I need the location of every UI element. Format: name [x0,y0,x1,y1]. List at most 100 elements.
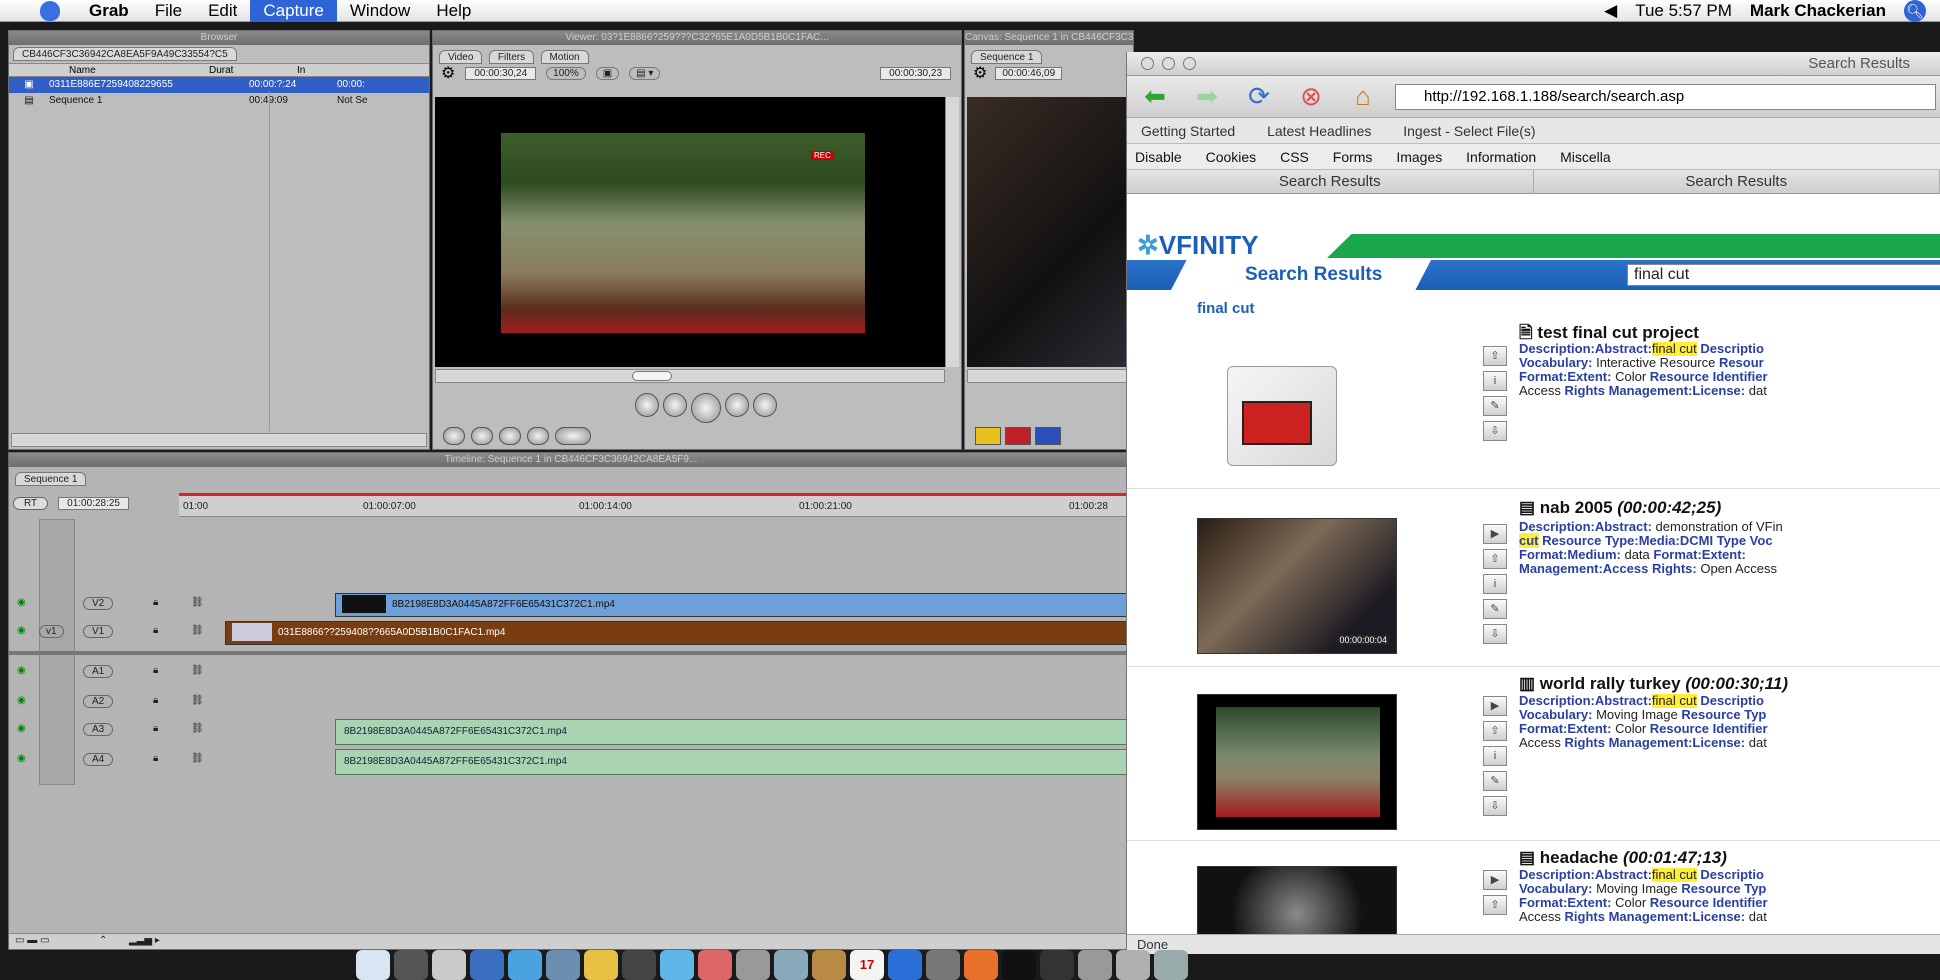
stop-icon[interactable]: ⊗ [1291,81,1331,113]
scrubber-handle[interactable] [632,371,672,381]
match-frame-button[interactable] [443,427,465,445]
menu-edit[interactable]: Edit [195,0,250,22]
mark-clip-button[interactable] [471,427,493,445]
zoom-window-button[interactable] [1183,57,1196,70]
next-edit-button[interactable] [753,393,777,417]
track-label-v1[interactable]: V1 [83,625,114,638]
display-popup[interactable]: ▤ ▾ [629,66,661,80]
devbar-images[interactable]: Images [1396,149,1442,165]
firefox-icon[interactable] [964,950,998,980]
column-duration[interactable]: Durat [209,64,297,76]
result-title[interactable]: ▥ world rally turkey (00:00:30;11) [1519,674,1788,694]
menu-clock[interactable]: Tue 5:57 PM [1635,1,1732,21]
link-icon[interactable]: ⛓︎ [191,695,204,706]
link-icon[interactable]: ⛓︎ [191,665,204,676]
tab-timeline-sequence[interactable]: Sequence 1 [15,472,87,486]
viewer-scrubber[interactable] [435,369,945,383]
search-input[interactable]: final cut [1627,264,1940,286]
terminal-icon[interactable] [1002,950,1036,980]
menu-user[interactable]: Mark Chackerian [1750,1,1886,21]
browser-tab-2[interactable]: Search Results [1533,170,1940,193]
track-label-a4[interactable]: A4 [83,753,114,766]
garageband-icon[interactable] [812,950,846,980]
menu-capture[interactable]: Capture [250,0,337,22]
ical-icon[interactable] [584,950,618,980]
devbar-css[interactable]: CSS [1280,149,1309,165]
tab-motion[interactable]: Motion [540,50,589,64]
tab-filters[interactable]: Filters [488,50,535,64]
folder-icon[interactable] [1116,950,1150,980]
clip-overlays-icon[interactable]: ⌃ [99,935,107,946]
play-button[interactable] [691,393,721,423]
clip-a4[interactable]: 8B2198E8D3A0445A872FF6E65431C372C1.mp4 [335,749,1137,775]
upload-icon[interactable]: ⇧ [1483,895,1507,915]
devbar-cookies[interactable]: Cookies [1206,149,1257,165]
play-icon[interactable]: ▶ [1483,696,1507,716]
idvd-icon[interactable] [774,950,808,980]
upload-icon[interactable]: ⇧ [1483,549,1507,569]
finder-icon[interactable] [356,950,390,980]
menu-window[interactable]: Window [337,0,423,22]
edit-icon[interactable]: ✎ [1483,599,1507,619]
keychain-icon[interactable] [926,950,960,980]
clip-a3[interactable]: 8B2198E8D3A0445A872FF6E65431C372C1.mp4 [335,719,1137,745]
home-icon[interactable]: ⌂ [1343,81,1383,113]
viewer-timecode-current[interactable]: 00:00:30,23 [880,66,951,80]
download-icon[interactable]: ⇩ [1483,421,1507,441]
lock-icon[interactable]: 🔒︎ [153,753,158,764]
reload-icon[interactable]: ⟳ [1239,81,1279,113]
edit-icon[interactable]: ✎ [1483,396,1507,416]
timeline-timecode[interactable]: 01:00:28:25 [58,497,129,510]
browser-scrollbar[interactable] [11,433,427,447]
document-icon[interactable] [1078,950,1112,980]
track-height-control[interactable]: ▭ ▬ ▭ [15,935,49,946]
track-label-a3[interactable]: A3 [83,723,114,736]
track-label-a1[interactable]: A1 [83,665,114,678]
track-visibility-icon[interactable]: ◉ [17,597,26,608]
canvas-scrubber[interactable] [967,369,1133,383]
audio-enable-icon[interactable]: ◉ [17,753,26,764]
link-icon[interactable]: ⛓︎ [191,597,204,608]
address-bar[interactable]: http://192.168.1.188/search/search.asp [1395,83,1936,110]
clip-v1[interactable]: 031E8866??259408??665A0D5B1B0C1FAC1.mp4 [225,621,1137,645]
back-arrow-icon[interactable]: ⬅ [1135,81,1175,113]
final-cut-project-icon[interactable] [1227,366,1337,466]
clip-v2[interactable]: 8B2198E8D3A0445A872FF6E65431C372C1.mp4 [335,593,1137,617]
result-thumbnail[interactable]: 00:00:00:04 [1197,518,1397,654]
timecode-gear-icon[interactable]: ⚙ [441,63,455,83]
final-cut-icon[interactable] [622,950,656,980]
itunes-icon[interactable] [660,950,694,980]
result-title[interactable]: ▤ headache (00:01:47;13) [1519,848,1727,868]
insert-edit-button[interactable] [975,427,1001,445]
column-in[interactable]: In [297,64,357,76]
tab-sequence-1[interactable]: Sequence 1 [971,50,1043,64]
iphoto-icon[interactable] [698,950,732,980]
link-icon[interactable]: ⛓︎ [191,625,204,636]
lock-icon[interactable]: 🔒︎ [153,665,158,676]
browser-row-clip[interactable]: ▣ 0311E886E7259408229655 00:00:?:24 00:0… [9,77,429,93]
lock-icon[interactable]: 🔒︎ [153,723,158,734]
canvas-timecode[interactable]: 00:00:46,09 [995,66,1063,80]
trash-icon[interactable] [1154,950,1188,980]
devbar-forms[interactable]: Forms [1333,149,1373,165]
upload-icon[interactable]: ⇧ [1483,346,1507,366]
devbar-miscellaneous[interactable]: Miscella [1560,149,1611,165]
audio-enable-icon[interactable]: ◉ [17,695,26,706]
bookmark-latest-headlines[interactable]: Latest Headlines [1267,123,1371,139]
viewer-video-area[interactable]: REC [435,97,945,367]
mail-icon[interactable] [432,950,466,980]
view-popup[interactable]: ▣ [595,66,620,80]
overwrite-edit-button[interactable] [1005,427,1031,445]
info-icon[interactable]: i [1483,746,1507,766]
column-name[interactable]: Name [9,64,209,76]
link-icon[interactable]: ⛓︎ [191,753,204,764]
forward-arrow-icon[interactable]: ➡ [1187,81,1227,113]
timeline-ruler[interactable]: 01:00 01:00:07:00 01:00:14:00 01:00:21:0… [179,493,1135,517]
add-marker-button[interactable] [527,427,549,445]
download-icon[interactable]: ⇩ [1483,796,1507,816]
menu-file[interactable]: File [142,0,195,22]
devbar-information[interactable]: Information [1466,149,1536,165]
spotlight-icon[interactable]: 🔍︎ [1904,0,1926,22]
rt-popup[interactable]: RT [13,497,49,510]
menu-help[interactable]: Help [423,0,484,22]
